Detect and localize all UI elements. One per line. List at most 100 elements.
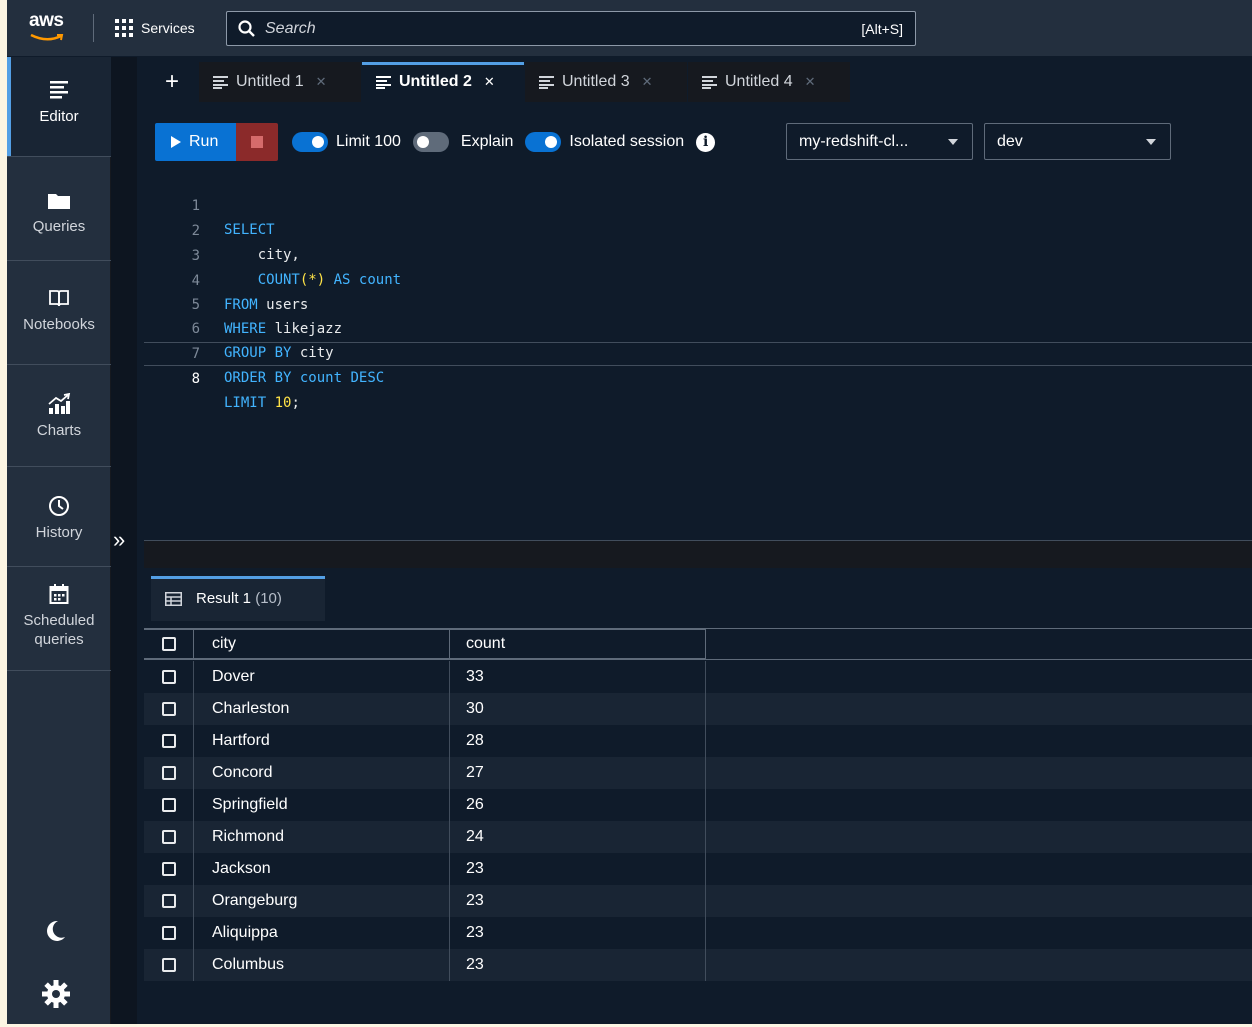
isolated-session-toggle[interactable] xyxy=(525,132,562,152)
table-row: Concord 27 xyxy=(144,757,1252,789)
table-icon xyxy=(165,591,182,606)
moon-icon[interactable] xyxy=(41,917,69,945)
left-sidebar: Editor Queries Notebooks Charts History … xyxy=(7,57,111,1024)
count-cell: 23 xyxy=(450,885,706,917)
row-checkbox[interactable] xyxy=(144,917,194,949)
city-cell: Richmond xyxy=(194,821,450,853)
editor-tab-bar: + Untitled 1 ✕ Untitled 2 ✕ Untitled 3 ✕… xyxy=(145,62,851,102)
query-doc-icon xyxy=(213,76,228,89)
stop-icon xyxy=(251,136,263,148)
column-header-city[interactable]: city xyxy=(194,629,450,659)
sidebar-item-charts[interactable]: Charts xyxy=(7,365,111,467)
app-window: aws Services [Alt+S] Editor xyxy=(7,0,1252,1024)
row-checkbox[interactable] xyxy=(144,661,194,693)
close-tab-icon[interactable]: ✕ xyxy=(642,74,653,90)
close-tab-icon[interactable]: ✕ xyxy=(484,74,495,90)
sidebar-item-queries[interactable]: Queries xyxy=(7,157,111,261)
sidebar-item-history[interactable]: History xyxy=(7,467,111,567)
search-shortcut: [Alt+S] xyxy=(861,20,903,37)
city-cell: Hartford xyxy=(194,725,450,757)
search-bar[interactable]: [Alt+S] xyxy=(226,11,916,46)
aws-logo[interactable]: aws xyxy=(29,10,69,46)
info-icon[interactable]: i xyxy=(696,132,716,152)
city-cell: Springfield xyxy=(194,789,450,821)
search-input[interactable] xyxy=(263,18,823,39)
sidebar-item-label: Queries xyxy=(32,218,86,235)
gear-icon[interactable] xyxy=(41,979,71,1009)
table-header-row: city count xyxy=(144,628,1252,660)
plus-icon: + xyxy=(164,68,179,95)
sidebar-item-notebooks[interactable]: Notebooks xyxy=(7,261,111,365)
chevron-down-icon xyxy=(948,139,958,145)
tab-label: Untitled 3 xyxy=(562,73,630,90)
book-icon xyxy=(49,290,69,307)
sidebar-item-label: Charts xyxy=(36,422,82,439)
row-checkbox[interactable] xyxy=(144,885,194,917)
code-line: 2 city, xyxy=(144,195,1252,263)
count-cell: 24 xyxy=(450,821,706,853)
aws-smile-icon xyxy=(30,33,64,41)
run-button[interactable]: Run xyxy=(155,123,236,161)
code-line: 5 WHERE likejazz xyxy=(144,269,1252,337)
database-value: dev xyxy=(997,132,1023,150)
calendar-icon xyxy=(49,584,69,604)
count-cell: 23 xyxy=(450,917,706,949)
nav-divider xyxy=(93,14,94,42)
row-checkbox[interactable] xyxy=(144,725,194,757)
grid-icon xyxy=(115,19,133,37)
expand-panel-button[interactable]: » xyxy=(113,527,125,553)
tab-untitled-3[interactable]: Untitled 3 ✕ xyxy=(525,62,688,102)
row-checkbox[interactable] xyxy=(144,853,194,885)
database-select[interactable]: dev xyxy=(984,123,1171,160)
explain-toggle[interactable] xyxy=(412,132,449,152)
close-tab-icon[interactable]: ✕ xyxy=(805,74,816,90)
add-tab-button[interactable]: + xyxy=(145,62,199,102)
tab-untitled-1[interactable]: Untitled 1 ✕ xyxy=(199,62,362,102)
sidebar-item-label: Editor xyxy=(39,108,79,125)
isolated-session-label: Isolated session xyxy=(569,133,685,150)
code-line: 1 SELECT xyxy=(144,170,1252,238)
cluster-select[interactable]: my-redshift-cl... xyxy=(786,123,973,160)
aws-logo-text: aws xyxy=(29,10,64,31)
tab-result-1[interactable]: Result 1 (10) xyxy=(151,576,325,621)
stop-button[interactable] xyxy=(236,123,278,161)
explain-label: Explain xyxy=(460,133,514,150)
tab-label: Untitled 2 xyxy=(399,73,472,90)
column-header-count[interactable]: count xyxy=(450,629,706,659)
panel-resize-handle[interactable] xyxy=(144,540,1252,568)
select-all-checkbox[interactable] xyxy=(144,629,194,659)
result-tab-label: Result 1 (10) xyxy=(196,590,282,607)
table-row: Columbus 23 xyxy=(144,949,1252,981)
row-checkbox[interactable] xyxy=(144,757,194,789)
limit-100-toggle[interactable] xyxy=(292,132,328,152)
row-checkbox[interactable] xyxy=(144,949,194,981)
table-row: Charleston 30 xyxy=(144,693,1252,725)
city-cell: Orangeburg xyxy=(194,885,450,917)
row-checkbox[interactable] xyxy=(144,693,194,725)
sql-editor[interactable]: 1 SELECT 2 city, 3 COUNT(*) AS count 4 F… xyxy=(144,170,1252,538)
sidebar-item-label: Scheduled queries xyxy=(23,612,95,648)
code-line-current: 8 LIMIT 10; xyxy=(144,342,1252,411)
code-text: ORDER BY count DESC xyxy=(224,370,385,386)
folder-icon xyxy=(48,194,70,209)
tab-label: Untitled 1 xyxy=(236,73,304,90)
code-line: 4 FROM users xyxy=(144,245,1252,313)
row-checkbox[interactable] xyxy=(144,789,194,821)
table-row: Hartford 28 xyxy=(144,725,1252,757)
count-cell: 27 xyxy=(450,757,706,789)
tab-label: Untitled 4 xyxy=(725,73,793,90)
chart-icon xyxy=(48,393,71,414)
sidebar-item-scheduled-queries[interactable]: Scheduled queries xyxy=(7,567,111,671)
city-cell: Aliquippa xyxy=(194,917,450,949)
tab-untitled-2[interactable]: Untitled 2 ✕ xyxy=(362,62,525,102)
run-label: Run xyxy=(189,133,219,150)
services-menu-button[interactable]: Services xyxy=(115,14,195,42)
table-row: Richmond 24 xyxy=(144,821,1252,853)
search-icon xyxy=(238,19,255,37)
tab-untitled-4[interactable]: Untitled 4 ✕ xyxy=(688,62,851,102)
count-cell: 23 xyxy=(450,949,706,981)
sidebar-item-editor[interactable]: Editor xyxy=(7,57,111,157)
code-line: 6 GROUP BY city xyxy=(144,293,1252,361)
row-checkbox[interactable] xyxy=(144,821,194,853)
close-tab-icon[interactable]: ✕ xyxy=(316,74,327,90)
